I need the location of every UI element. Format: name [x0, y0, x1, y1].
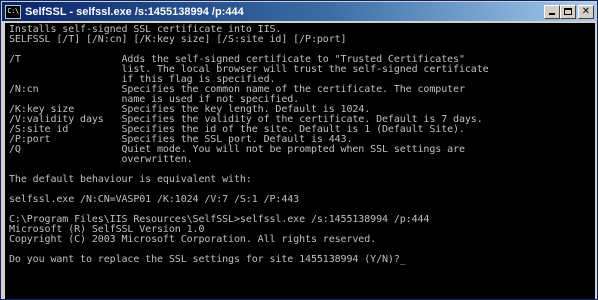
console-line: selfssl.exe /N:CN=VASP01 /K:1024 /V:7 /S…	[9, 194, 300, 205]
console-output[interactable]: Installs self-signed SSL certificate int…	[5, 23, 595, 299]
maximize-icon	[564, 7, 572, 15]
minimize-icon	[549, 12, 555, 15]
window-controls: ✕	[544, 4, 594, 19]
console-line: Do you want to replace the SSL settings …	[9, 254, 406, 265]
console-line: SELFSSL [/T] [/N:cn] [/K:key size] [/S:s…	[9, 34, 347, 45]
maximize-button[interactable]	[560, 4, 576, 19]
window-title: SelfSSL - selfssl.exe /s:1455138994 /p:4…	[25, 5, 244, 18]
console-icon[interactable]: C:\	[5, 4, 21, 19]
console-line: The default behaviour is equivalent with…	[9, 174, 252, 185]
minimize-button[interactable]	[544, 4, 560, 19]
console-window: C:\ SelfSSL - selfssl.exe /s:1455138994 …	[0, 0, 598, 300]
close-icon: ✕	[581, 5, 591, 17]
title-bar[interactable]: C:\ SelfSSL - selfssl.exe /s:1455138994 …	[2, 2, 596, 21]
console-icon-label: C:\	[7, 7, 19, 15]
console-line: Copyright (C) 2003 Microsoft Corporation…	[9, 234, 377, 245]
close-button[interactable]: ✕	[578, 4, 594, 19]
console-line: overwritten.	[9, 154, 193, 165]
